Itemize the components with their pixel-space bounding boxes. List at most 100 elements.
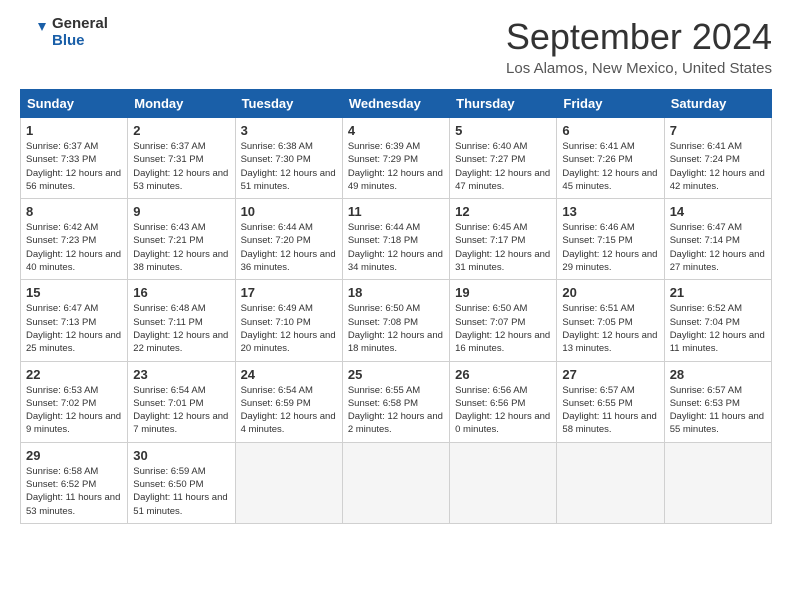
- day-info: Sunrise: 6:47 AM Sunset: 7:13 PM Dayligh…: [26, 302, 122, 355]
- day-info: Sunrise: 6:44 AM Sunset: 7:20 PM Dayligh…: [241, 221, 337, 274]
- calendar-cell: 15 Sunrise: 6:47 AM Sunset: 7:13 PM Dayl…: [21, 280, 128, 361]
- day-info: Sunrise: 6:39 AM Sunset: 7:29 PM Dayligh…: [348, 140, 444, 193]
- day-info: Sunrise: 6:38 AM Sunset: 7:30 PM Dayligh…: [241, 140, 337, 193]
- day-info: Sunrise: 6:40 AM Sunset: 7:27 PM Dayligh…: [455, 140, 551, 193]
- day-number: 30: [133, 448, 229, 463]
- day-number: 24: [241, 367, 337, 382]
- calendar-cell: 24 Sunrise: 6:54 AM Sunset: 6:59 PM Dayl…: [235, 361, 342, 442]
- day-info: Sunrise: 6:59 AM Sunset: 6:50 PM Dayligh…: [133, 465, 229, 518]
- calendar-cell: 5 Sunrise: 6:40 AM Sunset: 7:27 PM Dayli…: [450, 118, 557, 199]
- day-number: 5: [455, 123, 551, 138]
- day-number: 19: [455, 285, 551, 300]
- col-wednesday: Wednesday: [342, 90, 449, 118]
- calendar-cell: 18 Sunrise: 6:50 AM Sunset: 7:08 PM Dayl…: [342, 280, 449, 361]
- day-number: 22: [26, 367, 122, 382]
- day-info: Sunrise: 6:55 AM Sunset: 6:58 PM Dayligh…: [348, 384, 444, 437]
- col-saturday: Saturday: [664, 90, 771, 118]
- calendar-cell: [557, 442, 664, 523]
- day-number: 9: [133, 204, 229, 219]
- calendar-week-row: 29 Sunrise: 6:58 AM Sunset: 6:52 PM Dayl…: [21, 442, 772, 523]
- calendar-cell: 28 Sunrise: 6:57 AM Sunset: 6:53 PM Dayl…: [664, 361, 771, 442]
- day-number: 20: [562, 285, 658, 300]
- col-thursday: Thursday: [450, 90, 557, 118]
- calendar-week-row: 8 Sunrise: 6:42 AM Sunset: 7:23 PM Dayli…: [21, 199, 772, 280]
- day-info: Sunrise: 6:45 AM Sunset: 7:17 PM Dayligh…: [455, 221, 551, 274]
- calendar-cell: 25 Sunrise: 6:55 AM Sunset: 6:58 PM Dayl…: [342, 361, 449, 442]
- day-info: Sunrise: 6:37 AM Sunset: 7:33 PM Dayligh…: [26, 140, 122, 193]
- day-number: 13: [562, 204, 658, 219]
- calendar-cell: 7 Sunrise: 6:41 AM Sunset: 7:24 PM Dayli…: [664, 118, 771, 199]
- day-number: 21: [670, 285, 766, 300]
- col-tuesday: Tuesday: [235, 90, 342, 118]
- day-number: 28: [670, 367, 766, 382]
- day-info: Sunrise: 6:53 AM Sunset: 7:02 PM Dayligh…: [26, 384, 122, 437]
- day-info: Sunrise: 6:52 AM Sunset: 7:04 PM Dayligh…: [670, 302, 766, 355]
- day-number: 14: [670, 204, 766, 219]
- calendar-cell: 2 Sunrise: 6:37 AM Sunset: 7:31 PM Dayli…: [128, 118, 235, 199]
- calendar-cell: 22 Sunrise: 6:53 AM Sunset: 7:02 PM Dayl…: [21, 361, 128, 442]
- day-info: Sunrise: 6:41 AM Sunset: 7:26 PM Dayligh…: [562, 140, 658, 193]
- day-info: Sunrise: 6:50 AM Sunset: 7:08 PM Dayligh…: [348, 302, 444, 355]
- calendar-cell: 21 Sunrise: 6:52 AM Sunset: 7:04 PM Dayl…: [664, 280, 771, 361]
- day-number: 2: [133, 123, 229, 138]
- day-number: 4: [348, 123, 444, 138]
- day-info: Sunrise: 6:43 AM Sunset: 7:21 PM Dayligh…: [133, 221, 229, 274]
- month-title: September 2024: [506, 16, 772, 58]
- logo-general: General: [52, 16, 108, 33]
- logo: General Blue: [20, 16, 108, 49]
- calendar-cell: 4 Sunrise: 6:39 AM Sunset: 7:29 PM Dayli…: [342, 118, 449, 199]
- calendar-cell: [664, 442, 771, 523]
- day-info: Sunrise: 6:41 AM Sunset: 7:24 PM Dayligh…: [670, 140, 766, 193]
- calendar-cell: [342, 442, 449, 523]
- day-number: 11: [348, 204, 444, 219]
- day-info: Sunrise: 6:50 AM Sunset: 7:07 PM Dayligh…: [455, 302, 551, 355]
- calendar-cell: 17 Sunrise: 6:49 AM Sunset: 7:10 PM Dayl…: [235, 280, 342, 361]
- day-info: Sunrise: 6:54 AM Sunset: 6:59 PM Dayligh…: [241, 384, 337, 437]
- calendar-cell: 8 Sunrise: 6:42 AM Sunset: 7:23 PM Dayli…: [21, 199, 128, 280]
- day-info: Sunrise: 6:44 AM Sunset: 7:18 PM Dayligh…: [348, 221, 444, 274]
- calendar-cell: 14 Sunrise: 6:47 AM Sunset: 7:14 PM Dayl…: [664, 199, 771, 280]
- calendar-week-row: 22 Sunrise: 6:53 AM Sunset: 7:02 PM Dayl…: [21, 361, 772, 442]
- day-info: Sunrise: 6:37 AM Sunset: 7:31 PM Dayligh…: [133, 140, 229, 193]
- calendar-cell: 13 Sunrise: 6:46 AM Sunset: 7:15 PM Dayl…: [557, 199, 664, 280]
- calendar-cell: 9 Sunrise: 6:43 AM Sunset: 7:21 PM Dayli…: [128, 199, 235, 280]
- calendar-cell: 30 Sunrise: 6:59 AM Sunset: 6:50 PM Dayl…: [128, 442, 235, 523]
- day-number: 23: [133, 367, 229, 382]
- day-info: Sunrise: 6:54 AM Sunset: 7:01 PM Dayligh…: [133, 384, 229, 437]
- calendar-cell: 16 Sunrise: 6:48 AM Sunset: 7:11 PM Dayl…: [128, 280, 235, 361]
- day-number: 29: [26, 448, 122, 463]
- day-number: 3: [241, 123, 337, 138]
- calendar-cell: 23 Sunrise: 6:54 AM Sunset: 7:01 PM Dayl…: [128, 361, 235, 442]
- day-number: 25: [348, 367, 444, 382]
- calendar-cell: 29 Sunrise: 6:58 AM Sunset: 6:52 PM Dayl…: [21, 442, 128, 523]
- calendar-cell: [450, 442, 557, 523]
- calendar-cell: [235, 442, 342, 523]
- calendar-cell: 20 Sunrise: 6:51 AM Sunset: 7:05 PM Dayl…: [557, 280, 664, 361]
- location: Los Alamos, New Mexico, United States: [506, 60, 772, 77]
- day-info: Sunrise: 6:57 AM Sunset: 6:55 PM Dayligh…: [562, 384, 658, 437]
- day-info: Sunrise: 6:51 AM Sunset: 7:05 PM Dayligh…: [562, 302, 658, 355]
- day-number: 1: [26, 123, 122, 138]
- day-info: Sunrise: 6:57 AM Sunset: 6:53 PM Dayligh…: [670, 384, 766, 437]
- calendar-cell: 27 Sunrise: 6:57 AM Sunset: 6:55 PM Dayl…: [557, 361, 664, 442]
- day-number: 17: [241, 285, 337, 300]
- calendar-cell: 6 Sunrise: 6:41 AM Sunset: 7:26 PM Dayli…: [557, 118, 664, 199]
- page-header: General Blue September 2024 Los Alamos, …: [20, 16, 772, 77]
- day-info: Sunrise: 6:56 AM Sunset: 6:56 PM Dayligh…: [455, 384, 551, 437]
- day-number: 8: [26, 204, 122, 219]
- day-info: Sunrise: 6:47 AM Sunset: 7:14 PM Dayligh…: [670, 221, 766, 274]
- day-number: 7: [670, 123, 766, 138]
- day-info: Sunrise: 6:42 AM Sunset: 7:23 PM Dayligh…: [26, 221, 122, 274]
- calendar-week-row: 15 Sunrise: 6:47 AM Sunset: 7:13 PM Dayl…: [21, 280, 772, 361]
- calendar-cell: 26 Sunrise: 6:56 AM Sunset: 6:56 PM Dayl…: [450, 361, 557, 442]
- calendar-cell: 11 Sunrise: 6:44 AM Sunset: 7:18 PM Dayl…: [342, 199, 449, 280]
- calendar-header-row: Sunday Monday Tuesday Wednesday Thursday…: [21, 90, 772, 118]
- day-info: Sunrise: 6:46 AM Sunset: 7:15 PM Dayligh…: [562, 221, 658, 274]
- calendar-cell: 1 Sunrise: 6:37 AM Sunset: 7:33 PM Dayli…: [21, 118, 128, 199]
- day-info: Sunrise: 6:48 AM Sunset: 7:11 PM Dayligh…: [133, 302, 229, 355]
- day-number: 27: [562, 367, 658, 382]
- col-sunday: Sunday: [21, 90, 128, 118]
- calendar-cell: 19 Sunrise: 6:50 AM Sunset: 7:07 PM Dayl…: [450, 280, 557, 361]
- calendar-table: Sunday Monday Tuesday Wednesday Thursday…: [20, 89, 772, 524]
- day-number: 6: [562, 123, 658, 138]
